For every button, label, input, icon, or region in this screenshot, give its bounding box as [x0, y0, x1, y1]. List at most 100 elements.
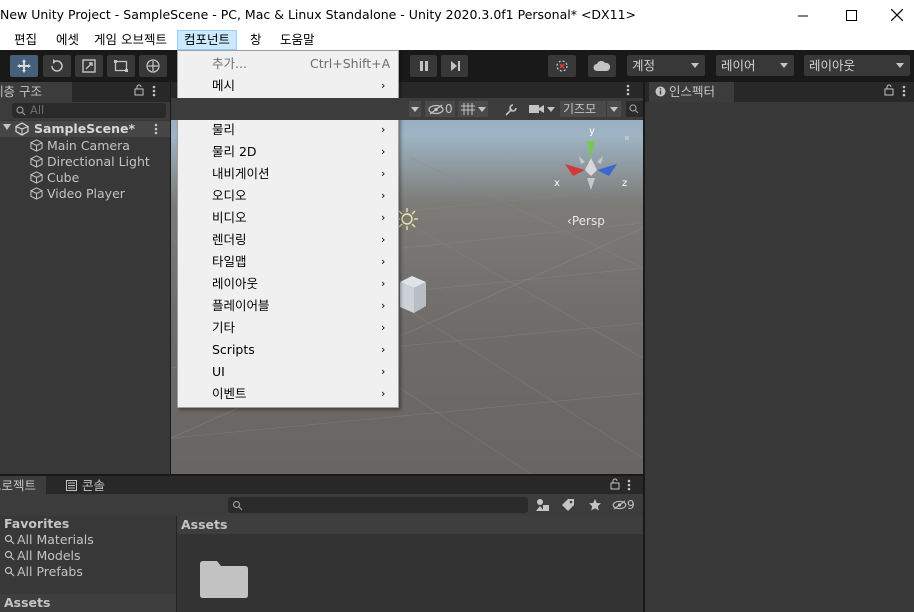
scene-row[interactable]: SampleScene* — [0, 121, 170, 137]
cloud-button[interactable] — [588, 55, 616, 77]
chevron-right-icon: › — [381, 211, 386, 224]
project-search-input[interactable] — [228, 497, 528, 513]
filter-by-type-icon[interactable] — [535, 498, 551, 512]
favorites-label: Favorites — [4, 516, 70, 531]
gizmos-dropdown[interactable] — [607, 101, 621, 117]
hidden-objects-toggle[interactable]: 0 — [425, 101, 455, 117]
more-options-icon[interactable] — [626, 84, 630, 99]
menu-item-layout[interactable]: 레이아웃 › — [178, 273, 398, 295]
camera-settings-toggle[interactable] — [527, 101, 557, 117]
move-tool-button[interactable] — [10, 55, 38, 77]
step-button[interactable] — [441, 55, 468, 77]
more-options-icon[interactable] — [902, 85, 906, 100]
rotate-tool-button[interactable] — [43, 55, 71, 77]
lock-icon[interactable] — [610, 478, 620, 493]
scene-toolbar-dropdown[interactable] — [409, 101, 421, 117]
favorites-item-label: All Prefabs — [17, 564, 83, 579]
maximize-button[interactable] — [828, 0, 874, 30]
hidden-packages-toggle[interactable]: 9 — [612, 497, 635, 513]
tab-project[interactable]: 프로젝트 — [0, 476, 46, 496]
hierarchy-item[interactable]: Main Camera — [30, 138, 130, 154]
menu-help[interactable]: 도움말 — [274, 30, 321, 50]
menu-item-miscellaneous[interactable]: 기타 › — [178, 317, 398, 339]
layers-dropdown[interactable]: 레이어 — [716, 55, 794, 76]
lock-icon[interactable] — [884, 84, 894, 99]
grid-toggle[interactable] — [458, 101, 488, 117]
menu-item-playables[interactable]: 플레이어블 › — [178, 295, 398, 317]
scale-tool-button[interactable] — [75, 55, 103, 77]
menu-item-label: 내비게이션 — [212, 166, 270, 181]
menu-item-label: 이벤트 — [212, 386, 247, 401]
account-dropdown[interactable]: 계정 — [627, 55, 705, 76]
menu-component[interactable]: 컴포넌트 — [177, 30, 238, 50]
close-icon — [891, 9, 903, 21]
hierarchy-search-input[interactable]: All — [12, 103, 166, 118]
pause-button[interactable] — [410, 55, 437, 77]
menu-item-scripts[interactable]: Scripts › — [178, 339, 398, 361]
chevron-right-icon: › — [381, 343, 386, 356]
axis-y-label: y — [589, 126, 595, 137]
cube-object[interactable] — [396, 276, 426, 318]
layout-dropdown[interactable]: 레이아웃 — [804, 55, 910, 76]
scene-toolbar: 0 기즈모 — [171, 98, 643, 120]
title-bar: New Unity Project - SampleScene - PC, Ma… — [0, 0, 914, 30]
more-options-icon[interactable] — [154, 123, 158, 138]
menu-item-event[interactable]: 이벤트 › — [178, 383, 398, 405]
menu-gameobject[interactable]: 게임 오브젝트 — [88, 30, 173, 50]
minimize-icon — [797, 15, 808, 16]
filter-by-label-icon[interactable] — [561, 498, 575, 512]
chevron-right-icon: › — [381, 189, 386, 202]
assets-folder-row[interactable]: Assets — [0, 594, 176, 612]
transform-tool-button[interactable] — [139, 55, 167, 77]
menu-assets[interactable]: 에셋 — [50, 30, 85, 50]
hierarchy-search-placeholder: All — [30, 103, 45, 117]
directional-light-gizmo[interactable] — [396, 208, 418, 230]
favorites-item[interactable]: All Models — [4, 548, 81, 564]
hidden-objects-count: 0 — [445, 102, 453, 116]
eye-slash-icon — [612, 500, 627, 510]
axis-z-label: z — [622, 178, 628, 189]
menu-item-audio[interactable]: 오디오 › — [178, 185, 398, 207]
wrench-icon — [505, 104, 517, 116]
scene-search-input[interactable] — [626, 101, 643, 117]
menu-edit[interactable]: 편집 — [8, 30, 43, 50]
menu-item-video[interactable]: 비디오 › — [178, 207, 398, 229]
tools-toggle[interactable] — [502, 101, 520, 117]
lock-icon[interactable] — [134, 84, 144, 99]
tab-inspector[interactable]: 인스펙터 — [649, 82, 734, 102]
hidden-packages-count: 9 — [627, 498, 635, 512]
menu-item-tilemap[interactable]: 타일맵 › — [178, 251, 398, 273]
menu-item-physics-2d[interactable]: 물리 2D › — [178, 141, 398, 163]
layers-label: 레이어 — [721, 58, 756, 73]
menu-item-mesh[interactable]: 메시 › — [178, 75, 398, 97]
favorites-item[interactable]: All Prefabs — [4, 564, 83, 580]
hierarchy-item[interactable]: Cube — [30, 170, 79, 186]
more-options-icon[interactable] — [152, 85, 156, 100]
chevron-right-icon: › — [381, 255, 386, 268]
expand-arrow-icon[interactable] — [3, 124, 11, 130]
favorites-item[interactable]: All Materials — [4, 532, 94, 548]
menu-item-physics[interactable]: 물리 › — [178, 119, 398, 141]
chevron-down-icon — [610, 107, 618, 112]
move-icon — [17, 59, 31, 73]
gizmos-button[interactable]: 기즈모 — [560, 101, 606, 117]
menu-item-label: 추가... — [212, 56, 247, 71]
rect-tool-button[interactable] — [107, 55, 135, 77]
more-options-icon[interactable] — [627, 479, 631, 494]
close-button[interactable] — [874, 0, 914, 30]
perspective-toggle[interactable]: ‹Persp — [567, 214, 605, 228]
collab-button[interactable] — [548, 55, 576, 77]
hierarchy-item[interactable]: Directional Light — [30, 154, 150, 170]
hierarchy-item[interactable]: Video Player — [30, 186, 125, 202]
menu-item-rendering[interactable]: 렌더링 › — [178, 229, 398, 251]
project-toolbar: 9 — [0, 494, 643, 516]
orientation-gizmo[interactable] — [551, 128, 631, 200]
tab-hierarchy[interactable]: 계층 구조 — [0, 82, 72, 102]
menu-item-ui[interactable]: UI › — [178, 361, 398, 383]
menu-item-navigation[interactable]: 내비게이션 › — [178, 163, 398, 185]
folder-icon[interactable] — [199, 558, 249, 598]
star-icon[interactable] — [588, 498, 602, 512]
menu-window[interactable]: 창 — [244, 30, 268, 50]
minimize-button[interactable] — [780, 0, 826, 30]
tab-console[interactable]: 콘솔 — [58, 476, 114, 496]
